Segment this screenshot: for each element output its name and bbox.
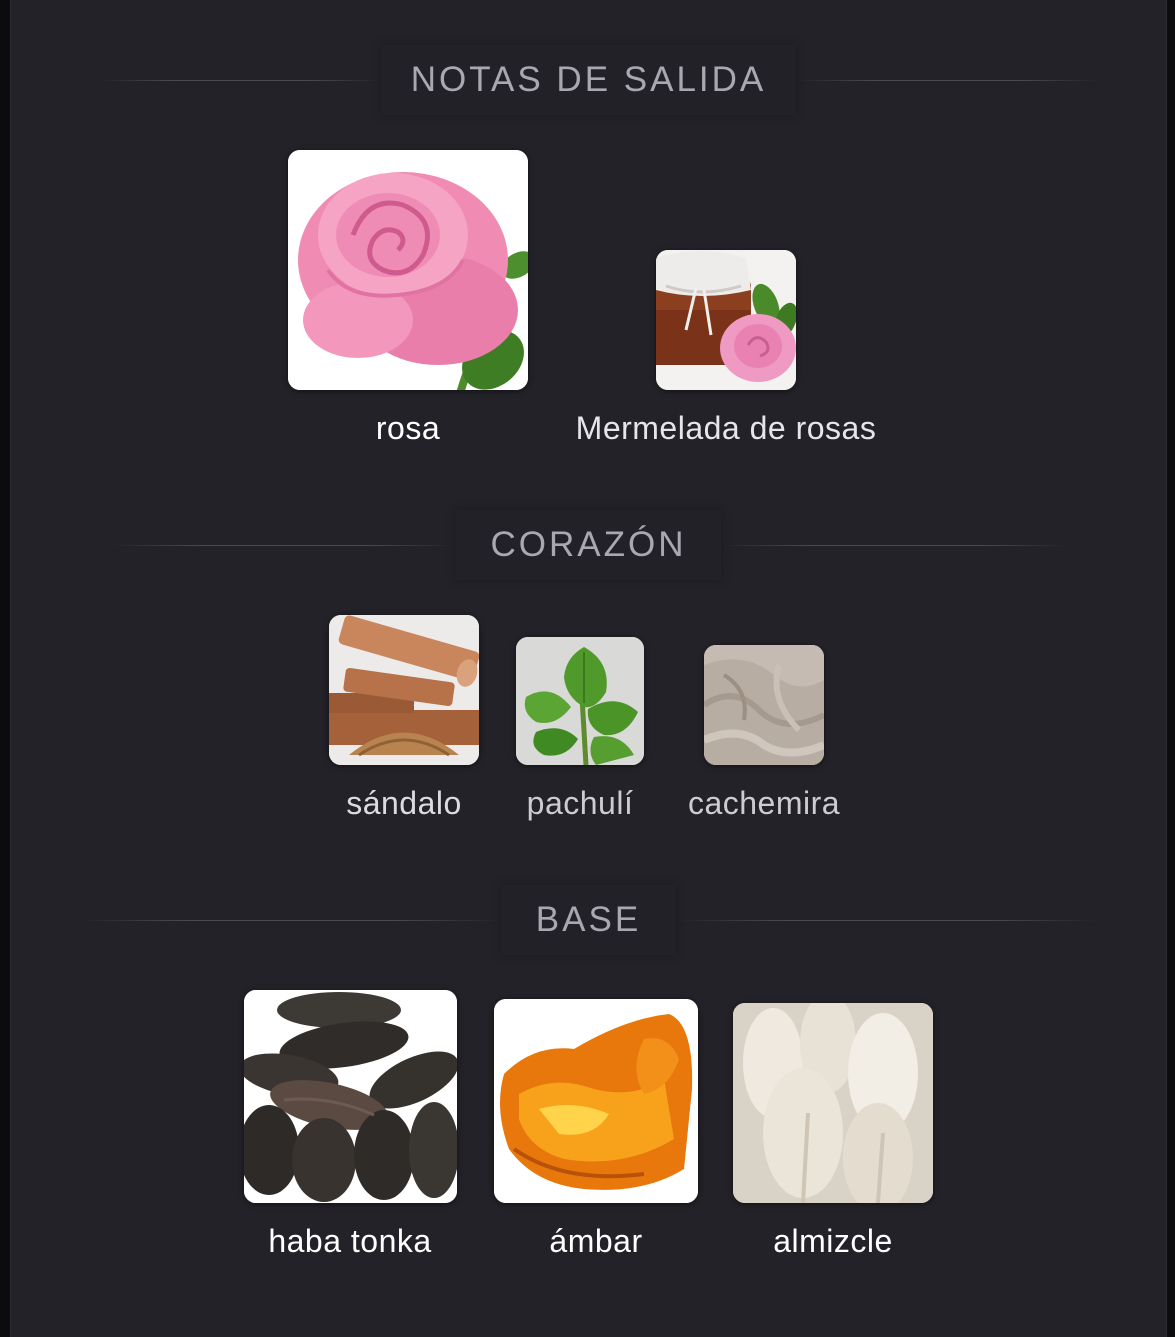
header-divider-left — [81, 920, 501, 921]
base-notes-title: BASE — [501, 885, 676, 955]
rose-jam-icon — [656, 250, 796, 390]
base-notes-header: BASE — [11, 885, 1166, 955]
tonka-bean-icon — [244, 990, 457, 1203]
patchouli-icon — [516, 637, 644, 765]
header-divider-left — [111, 545, 456, 546]
note-label: sándalo — [346, 785, 462, 821]
header-divider-left — [101, 80, 381, 81]
musk-icon — [733, 1003, 933, 1203]
note-label: haba tonka — [268, 1223, 432, 1259]
header-divider-right — [723, 545, 1068, 546]
top-notes-title: NOTAS DE SALIDA — [381, 45, 796, 115]
rose-icon — [288, 150, 528, 390]
heart-notes-title: CORAZÓN — [456, 510, 721, 580]
amber-icon — [494, 999, 698, 1203]
note-label: almizcle — [773, 1223, 893, 1259]
note-label: ámbar — [549, 1223, 643, 1259]
cashmere-icon — [704, 645, 824, 765]
note-label: pachulí — [526, 785, 634, 821]
header-divider-right — [798, 80, 1098, 81]
note-label: rosa — [375, 410, 441, 446]
note-label: Mermelada de rosas — [575, 410, 877, 446]
top-notes-header: NOTAS DE SALIDA — [11, 45, 1166, 115]
header-divider-right — [678, 920, 1098, 921]
perfume-notes-panel: NOTAS DE SALIDA rosa Mermelada de rosas … — [10, 0, 1167, 1337]
sandalwood-icon — [329, 615, 479, 765]
note-label: cachemira — [687, 785, 841, 821]
heart-notes-header: CORAZÓN — [11, 510, 1166, 580]
